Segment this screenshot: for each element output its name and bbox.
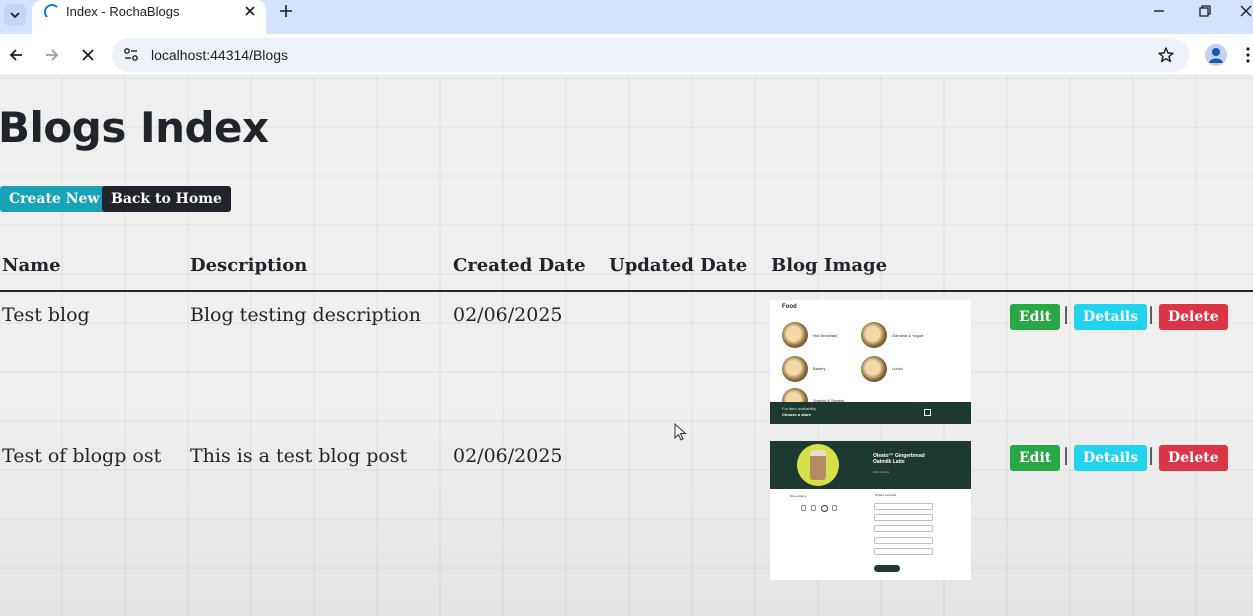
image-footer-bar: For item availability Choose a store bbox=[770, 402, 971, 424]
forward-icon[interactable] bbox=[43, 46, 61, 64]
row-created-date: 02/06/2025 bbox=[453, 445, 563, 467]
size-option-icon bbox=[801, 505, 806, 511]
create-new-button[interactable]: Create New bbox=[0, 186, 109, 212]
column-header-name: Name bbox=[2, 255, 61, 276]
column-header-blog-image: Blog Image bbox=[771, 255, 888, 276]
action-separator: | bbox=[1063, 445, 1070, 466]
site-info-icon[interactable] bbox=[122, 46, 140, 64]
tab-title: Index - RochaBlogs bbox=[66, 4, 180, 19]
details-button[interactable]: Details bbox=[1074, 304, 1148, 330]
image-menu-item: Hot Breakfast bbox=[813, 333, 838, 338]
image-header-band: Oleato™ Gingerbread Oatmilk Latte 120 ca… bbox=[770, 441, 971, 489]
row-created-date: 02/06/2025 bbox=[453, 304, 563, 326]
image-option-field bbox=[874, 514, 933, 521]
edit-button[interactable]: Edit bbox=[1010, 304, 1061, 330]
image-footer-small: For item availability bbox=[782, 406, 817, 411]
mouse-cursor-icon bbox=[674, 423, 687, 441]
new-tab-icon[interactable] bbox=[277, 2, 295, 20]
image-product-sub: 120 calories bbox=[873, 470, 890, 474]
blog-image-thumbnail: Food Hot Breakfast Oatmeal & Yogurt Bake… bbox=[770, 300, 971, 424]
image-option-field bbox=[874, 503, 933, 510]
profile-icon[interactable] bbox=[1205, 44, 1227, 66]
row-name: Test of blogp ost bbox=[2, 445, 162, 467]
row-description: Blog testing description bbox=[190, 304, 421, 326]
shopping-bag-icon bbox=[924, 409, 931, 416]
image-option-field bbox=[874, 537, 933, 544]
page-content: Blogs Index Create New Back to Home Name… bbox=[0, 77, 1253, 616]
delete-button[interactable]: Delete bbox=[1159, 304, 1228, 330]
restore-icon[interactable] bbox=[1198, 4, 1212, 18]
bookmark-star-icon[interactable] bbox=[1157, 46, 1175, 64]
image-menu-item: Bakery bbox=[813, 366, 826, 371]
image-included-heading: What's included bbox=[875, 493, 897, 497]
food-photo bbox=[782, 356, 808, 382]
food-photo bbox=[782, 322, 808, 348]
table-header-divider bbox=[0, 290, 1253, 292]
blog-image-thumbnail: Oleato™ Gingerbread Oatmilk Latte 120 ca… bbox=[770, 441, 971, 580]
image-heading: Food bbox=[782, 304, 797, 310]
tab-strip: Index - RochaBlogs bbox=[0, 0, 1253, 34]
browser-toolbar: localhost:44314/Blogs bbox=[0, 34, 1253, 76]
row-description: This is a test blog post bbox=[190, 445, 408, 467]
food-photo bbox=[861, 356, 887, 382]
close-tab-icon[interactable] bbox=[243, 4, 257, 18]
image-option-field bbox=[874, 525, 933, 532]
size-option-icon bbox=[821, 505, 828, 512]
close-window-icon[interactable] bbox=[1239, 4, 1253, 18]
row-name: Test blog bbox=[2, 304, 90, 326]
action-separator: | bbox=[1063, 304, 1070, 325]
page-title: Blogs Index bbox=[0, 103, 269, 152]
image-menu-item: Lunch bbox=[892, 366, 903, 371]
minimize-icon[interactable] bbox=[1152, 4, 1166, 18]
tab-list-icon[interactable] bbox=[4, 4, 26, 26]
image-option-field bbox=[874, 548, 933, 555]
back-to-home-button[interactable]: Back to Home bbox=[102, 186, 231, 212]
address-bar[interactable]: localhost:44314/Blogs bbox=[112, 38, 1189, 72]
active-tab[interactable]: Index - RochaBlogs bbox=[32, 0, 266, 34]
action-separator: | bbox=[1148, 304, 1155, 325]
menu-icon[interactable] bbox=[1245, 46, 1251, 64]
latte-cup-picture bbox=[810, 450, 826, 480]
details-button[interactable]: Details bbox=[1074, 445, 1148, 471]
column-header-updated-date: Updated Date bbox=[609, 255, 748, 276]
image-customize-button bbox=[874, 565, 900, 572]
column-header-description: Description bbox=[190, 255, 308, 276]
image-product-name: Oleato™ Gingerbread Oatmilk Latte bbox=[873, 453, 925, 465]
action-separator: | bbox=[1148, 445, 1155, 466]
stop-loading-icon[interactable] bbox=[79, 46, 97, 64]
back-icon[interactable] bbox=[7, 46, 25, 64]
image-size-heading: Size options bbox=[790, 494, 807, 498]
size-option-icon bbox=[811, 505, 816, 511]
column-header-created-date: Created Date bbox=[453, 255, 586, 276]
image-menu-item: Oatmeal & Yogurt bbox=[892, 333, 924, 338]
edit-button[interactable]: Edit bbox=[1010, 445, 1061, 471]
food-photo bbox=[861, 322, 887, 348]
loading-spinner-icon bbox=[44, 4, 60, 20]
size-option-icon bbox=[832, 505, 837, 511]
delete-button[interactable]: Delete bbox=[1159, 445, 1228, 471]
url-text[interactable]: localhost:44314/Blogs bbox=[151, 47, 288, 63]
image-footer-main: Choose a store bbox=[782, 412, 811, 417]
